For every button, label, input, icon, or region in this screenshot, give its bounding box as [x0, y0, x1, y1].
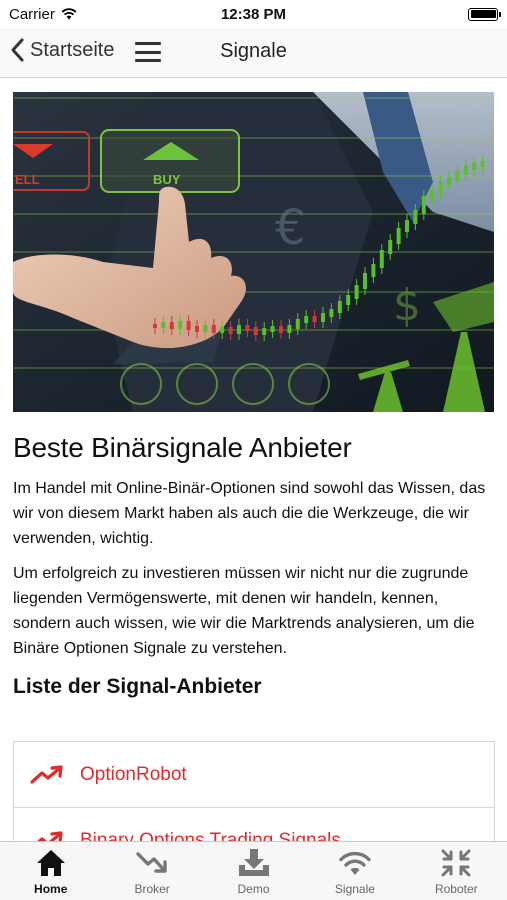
hamburger-menu-button[interactable]	[135, 42, 161, 62]
provider-label: OptionRobot	[80, 763, 187, 785]
tab-signale[interactable]: Signale	[304, 842, 405, 900]
candle-body	[346, 295, 351, 305]
wifi-icon	[339, 851, 371, 875]
hero-image: ELL BUY € $	[13, 92, 494, 412]
candle-body	[228, 327, 233, 334]
candle-body	[153, 324, 157, 328]
status-time: 12:38 PM	[220, 5, 287, 23]
candle-body	[363, 273, 367, 289]
candle-body	[329, 309, 334, 317]
back-button[interactable]: Startseite	[10, 38, 114, 62]
candle-body	[169, 322, 174, 329]
provider-item-optionrobot[interactable]: OptionRobot	[14, 742, 494, 808]
candle-body	[480, 161, 485, 167]
candle-body	[178, 321, 183, 329]
candle-body	[413, 210, 418, 224]
candle-body	[237, 325, 241, 334]
candle-body	[388, 240, 393, 254]
candle-body	[304, 316, 309, 323]
candle-body	[405, 220, 409, 232]
navigation-bar: Startseite Signale	[0, 28, 507, 78]
candle-body	[295, 319, 300, 329]
candle-body	[321, 313, 325, 322]
candle-body	[421, 196, 426, 214]
wifi-signal-icon	[61, 8, 77, 20]
candle-body	[245, 325, 250, 331]
candle-body	[203, 325, 208, 332]
battery-icon	[468, 7, 501, 21]
trending-down-icon	[136, 852, 167, 873]
candle-body	[195, 326, 199, 332]
candle-body	[396, 228, 401, 244]
sell-label: ELL	[15, 172, 40, 187]
buy-label: BUY	[153, 172, 181, 187]
candle-body	[186, 321, 191, 330]
candle-body	[211, 325, 216, 333]
tab-roboter[interactable]: Roboter	[406, 842, 507, 900]
download-tray-icon	[238, 849, 269, 876]
article: Beste Binärsignale Anbieter Im Handel mi…	[13, 432, 494, 713]
candle-body	[220, 327, 225, 333]
candle-body	[438, 181, 443, 194]
article-paragraph-1: Im Handel mit Online-Binär-Optionen sind…	[13, 480, 486, 547]
candle-body	[354, 285, 359, 299]
article-headline: Beste Binärsignale Anbieter	[13, 432, 352, 463]
status-bar: Carrier 12:38 PM	[0, 0, 507, 28]
tab-broker[interactable]: Broker	[101, 842, 202, 900]
candle-body	[379, 250, 384, 268]
candle-body	[430, 190, 435, 200]
trading-illustration: ELL BUY € $	[13, 92, 494, 412]
svg-text:€: €	[275, 200, 306, 256]
candle-body	[337, 301, 342, 313]
candle-body	[262, 328, 267, 335]
tab-demo[interactable]: Demo	[203, 842, 304, 900]
carrier-label: Carrier	[9, 5, 55, 23]
article-paragraph-2: Um erfolgreich zu investieren müssen wir…	[13, 565, 475, 657]
provider-list-title: Liste der Signal-Anbieter	[13, 675, 262, 698]
svg-text:$: $	[393, 280, 421, 331]
candle-body	[253, 327, 258, 335]
candle-body	[287, 325, 292, 333]
home-icon	[36, 850, 65, 876]
candle-body	[161, 322, 166, 328]
tab-bar: Home Broker Demo Signale Roboter	[0, 841, 507, 900]
candle-body	[270, 326, 275, 332]
candle-body	[463, 166, 468, 175]
tab-home[interactable]: Home	[0, 842, 101, 900]
chevron-left-icon	[11, 38, 24, 62]
candle-body	[447, 177, 451, 185]
candle-body	[472, 163, 477, 170]
candle-body	[371, 264, 376, 277]
candle-body	[312, 316, 317, 322]
candle-body	[279, 326, 283, 333]
trending-up-icon	[30, 764, 63, 784]
candle-body	[455, 171, 460, 181]
compress-arrows-icon	[441, 849, 471, 877]
back-label: Startseite	[30, 38, 115, 61]
